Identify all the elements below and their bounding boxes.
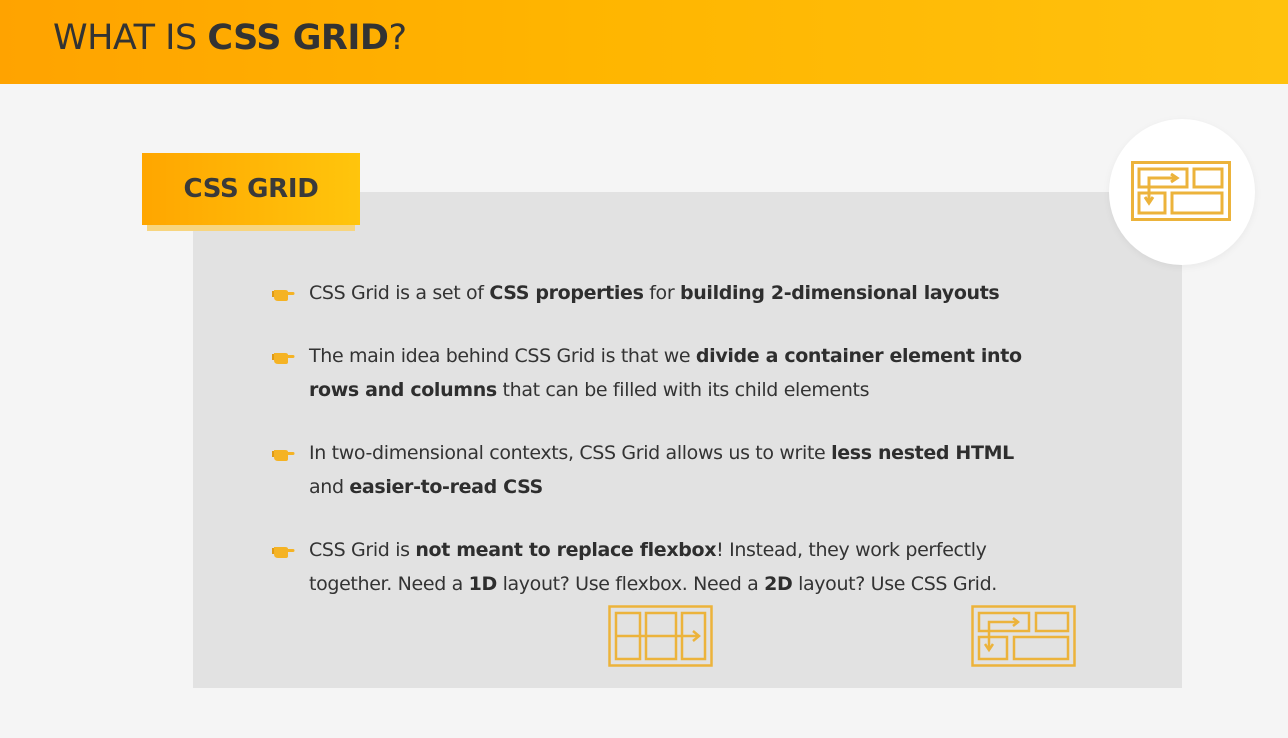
header-bar: WHAT IS CSS GRID? bbox=[0, 0, 1288, 84]
pointing-hand-icon bbox=[272, 450, 295, 461]
flexbox-1d-layout-icon bbox=[608, 605, 713, 667]
bullet-line: and easier-to-read CSS bbox=[309, 470, 1101, 504]
bullet-text-bold: 1D bbox=[468, 573, 498, 595]
title-prefix: WHAT IS bbox=[53, 18, 208, 58]
bullet-text: CSS Grid is a set of CSS properties for … bbox=[309, 276, 1101, 310]
bullet-text-bold: easier-to-read CSS bbox=[349, 476, 543, 498]
bullet-text-run: together. Need a bbox=[309, 573, 469, 595]
bullet-item: In two-dimensional contexts, CSS Grid al… bbox=[271, 436, 1101, 504]
bullet-text-bold: 2D bbox=[764, 573, 793, 595]
bullet-text-bold: less nested HTML bbox=[831, 442, 1014, 464]
bullet-item: The main idea behind CSS Grid is that we… bbox=[271, 339, 1101, 407]
bullet-line: In two-dimensional contexts, CSS Grid al… bbox=[309, 436, 1101, 470]
bullet-item: CSS Grid is not meant to replace flexbox… bbox=[271, 533, 1101, 601]
grid-2d-layout-icon bbox=[971, 605, 1076, 667]
bullet-line: rows and columns that can be filled with… bbox=[309, 373, 1101, 407]
grid-layout-icon bbox=[1131, 161, 1231, 221]
bullet-text-run: layout? Use CSS Grid. bbox=[792, 573, 997, 595]
bullet-text-run: ! Instead, they work perfectly bbox=[716, 539, 987, 561]
bullet-text-bold: not meant to replace flexbox bbox=[415, 539, 717, 561]
bullet-item: CSS Grid is a set of CSS properties for … bbox=[271, 276, 1101, 310]
bullet-text-run: In two-dimensional contexts, CSS Grid al… bbox=[309, 442, 832, 464]
bullet-text-bold: building 2-dimensional layouts bbox=[680, 282, 1000, 304]
title-bold: CSS GRID bbox=[207, 18, 389, 58]
page-title: WHAT IS CSS GRID? bbox=[53, 14, 407, 62]
bullet-text-bold: divide a container element into bbox=[695, 345, 1022, 367]
bullet-text-bold: CSS properties bbox=[489, 282, 644, 304]
grid-icon-circle bbox=[1109, 119, 1255, 265]
pointing-hand-icon bbox=[272, 290, 295, 301]
pointing-hand-icon bbox=[272, 547, 295, 558]
bullet-line: CSS Grid is a set of CSS properties for … bbox=[309, 276, 1101, 310]
bullet-text-run: CSS Grid is a set of bbox=[309, 282, 490, 304]
bullet-text: CSS Grid is not meant to replace flexbox… bbox=[309, 533, 1101, 601]
bullet-text: The main idea behind CSS Grid is that we… bbox=[309, 339, 1101, 407]
bullet-line: together. Need a 1D layout? Use flexbox.… bbox=[309, 567, 1101, 601]
bullet-line: The main idea behind CSS Grid is that we… bbox=[309, 339, 1101, 373]
bullet-text-run: layout? Use flexbox. Need a bbox=[496, 573, 765, 595]
bullet-text-run: that can be filled with its child elemen… bbox=[496, 379, 870, 401]
title-suffix: ? bbox=[388, 18, 407, 58]
bullet-text-run: and bbox=[309, 476, 350, 498]
bullet-text: In two-dimensional contexts, CSS Grid al… bbox=[309, 436, 1101, 504]
bullet-text-bold: rows and columns bbox=[309, 379, 497, 401]
section-badge: CSS GRID bbox=[142, 153, 360, 225]
badge-label: CSS GRID bbox=[183, 174, 319, 204]
pointing-hand-icon bbox=[272, 353, 295, 364]
bullet-text-run: The main idea behind CSS Grid is that we bbox=[309, 345, 696, 367]
bullet-text-run: for bbox=[643, 282, 680, 304]
bullet-line: CSS Grid is not meant to replace flexbox… bbox=[309, 533, 1101, 567]
bullet-text-run: CSS Grid is bbox=[309, 539, 416, 561]
